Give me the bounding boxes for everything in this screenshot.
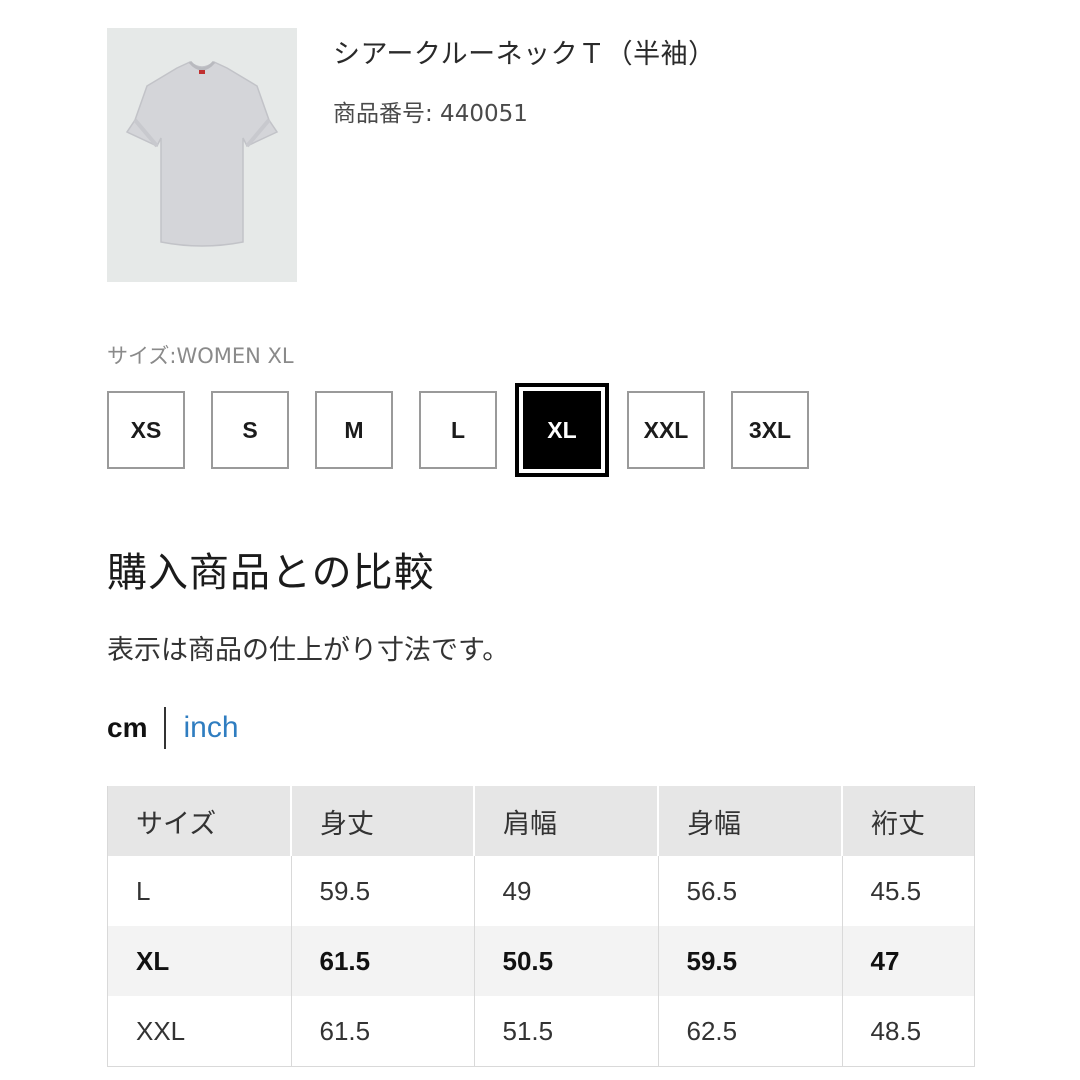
table-cell: XL xyxy=(107,926,292,996)
table-cell: 49 xyxy=(473,856,659,926)
table-cell: 61.5 xyxy=(290,926,475,996)
table-cell: 59.5 xyxy=(290,856,475,926)
header-sleeve-length: 裄丈 xyxy=(841,786,975,856)
table-cell: 59.5 xyxy=(657,926,843,996)
header-body-length: 身丈 xyxy=(290,786,475,856)
comparison-note: 表示は商品の仕上がり寸法です。 xyxy=(107,635,510,666)
table-row: L 59.5 49 56.5 45.5 xyxy=(107,856,975,926)
table-cell: 62.5 xyxy=(657,996,843,1067)
size-button-xl[interactable]: XL xyxy=(515,383,609,477)
size-comparison-table: サイズ 身丈 肩幅 身幅 裄丈 L 59.5 49 56.5 45.5 XL 6… xyxy=(107,786,975,1067)
table-cell: 61.5 xyxy=(290,996,475,1067)
size-button-3xl[interactable]: 3XL xyxy=(731,391,809,469)
header-body-width: 身幅 xyxy=(657,786,843,856)
tshirt-image xyxy=(107,28,297,282)
unit-divider xyxy=(164,707,167,749)
table-row-highlighted: XL 61.5 50.5 59.5 47 xyxy=(107,926,975,996)
table-cell: 47 xyxy=(841,926,975,996)
table-cell: 51.5 xyxy=(473,996,659,1067)
size-button-s[interactable]: S xyxy=(211,391,289,469)
size-button-l[interactable]: L xyxy=(419,391,497,469)
table-cell: XXL xyxy=(107,996,292,1067)
table-row: XXL 61.5 51.5 62.5 48.5 xyxy=(107,996,975,1067)
header-size: サイズ xyxy=(107,786,292,856)
header-shoulder-width: 肩幅 xyxy=(473,786,659,856)
table-cell: 50.5 xyxy=(473,926,659,996)
product-number: 商品番号: 440051 xyxy=(333,101,528,127)
unit-cm-option[interactable]: cm xyxy=(107,712,147,744)
size-button-m[interactable]: M xyxy=(315,391,393,469)
table-cell: 45.5 xyxy=(841,856,975,926)
comparison-heading: 購入商品との比較 xyxy=(107,550,435,596)
table-cell: 56.5 xyxy=(657,856,843,926)
table-cell: 48.5 xyxy=(841,996,975,1067)
product-image[interactable] xyxy=(107,28,297,282)
table-header-row: サイズ 身丈 肩幅 身幅 裄丈 xyxy=(107,786,975,856)
unit-toggle: cm inch xyxy=(107,707,239,749)
size-button-xxl[interactable]: XXL xyxy=(627,391,705,469)
table-cell: L xyxy=(107,856,292,926)
product-title: シアークルーネックＴ（半袖） xyxy=(333,39,716,70)
selected-size-label: サイズ:WOMEN XL xyxy=(107,344,294,368)
size-button-xs[interactable]: XS xyxy=(107,391,185,469)
unit-inch-link[interactable]: inch xyxy=(183,711,238,745)
